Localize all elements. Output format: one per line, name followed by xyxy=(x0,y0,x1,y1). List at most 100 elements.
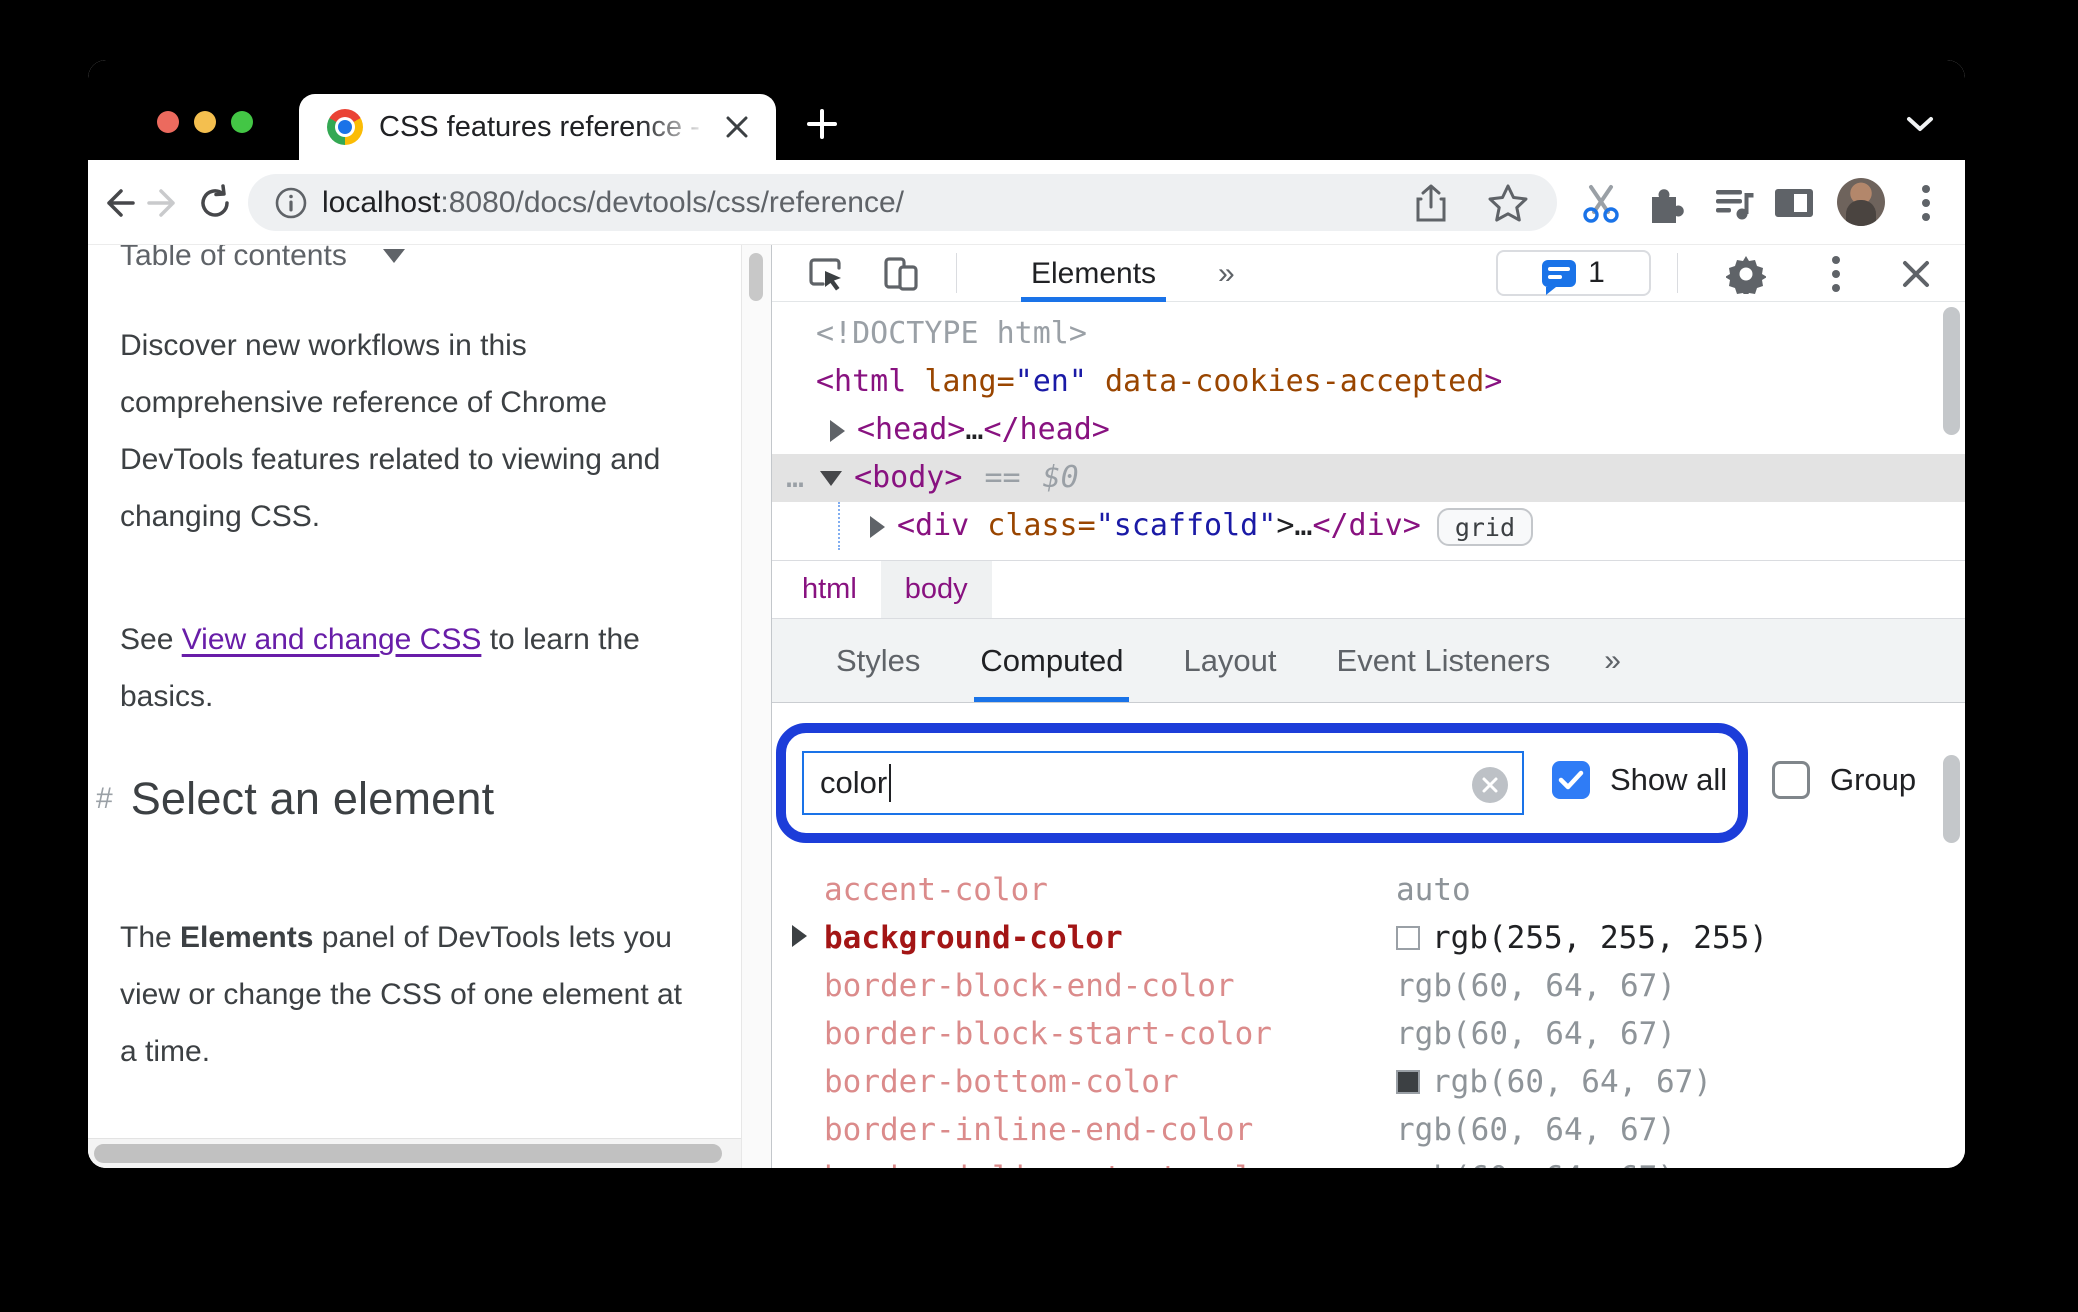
page-section-heading: Select an element xyxy=(130,773,495,824)
heading-anchor-hash[interactable]: # xyxy=(96,782,113,816)
dom-node-head[interactable]: <head>…</head> xyxy=(772,406,1965,454)
url-path: :8080/docs/devtools/css/reference/ xyxy=(440,185,904,219)
inspect-element-icon[interactable] xyxy=(803,251,849,297)
node-menu-dots-icon[interactable]: … xyxy=(786,460,806,495)
computed-properties-list: accent-color auto background-color rgb(255,… xyxy=(772,858,1965,1168)
show-all-checkbox[interactable] xyxy=(1552,761,1590,799)
horizontal-scrollbar[interactable] xyxy=(88,1138,741,1168)
device-toolbar-icon[interactable] xyxy=(878,251,924,297)
breadcrumb-html[interactable]: html xyxy=(778,561,881,618)
dom-node-div-scaffold[interactable]: <div class="scaffold">…</div> grid xyxy=(772,502,1965,550)
devtools-settings-gear-icon[interactable] xyxy=(1723,251,1769,297)
filter-input[interactable]: color xyxy=(802,751,1524,815)
dom-node-html[interactable]: <html lang="en" data-cookies-accepted> xyxy=(772,358,1965,406)
horizontal-scrollbar-thumb[interactable] xyxy=(94,1144,722,1163)
see-also-paragraph: See View and change CSS to learn the bas… xyxy=(120,611,692,725)
tab-styles[interactable]: Styles xyxy=(806,619,950,702)
filter-input-value: color xyxy=(820,765,888,800)
group-checkbox[interactable] xyxy=(1772,761,1810,799)
back-button[interactable] xyxy=(94,180,140,226)
show-all-control[interactable]: Show all xyxy=(1552,761,1727,799)
browser-tab[interactable]: CSS features reference - Chrom xyxy=(299,94,776,160)
omnibox-actions xyxy=(1413,183,1529,223)
see-also-text: See xyxy=(120,623,182,656)
toolbar-separator-2 xyxy=(1677,253,1678,293)
playlist-extension-icon[interactable] xyxy=(1709,179,1757,227)
doctype-text: <!DOCTYPE html> xyxy=(816,316,1087,351)
more-panels-chevron[interactable]: » xyxy=(1218,245,1237,302)
forward-button[interactable] xyxy=(142,180,188,226)
expand-arrow-icon[interactable] xyxy=(870,515,885,538)
site-info-icon[interactable] xyxy=(274,186,308,220)
scissors-extension-icon[interactable] xyxy=(1577,179,1625,227)
browser-menu-kebab-icon[interactable] xyxy=(1902,179,1950,227)
text-caret xyxy=(889,764,892,802)
maximize-window-button[interactable] xyxy=(231,111,253,133)
screenshot-canvas: { "browser": { "tab_title": "CSS feature… xyxy=(0,0,2078,1312)
group-control[interactable]: Group xyxy=(1772,761,1916,799)
grid-badge[interactable]: grid xyxy=(1436,507,1534,546)
show-all-label: Show all xyxy=(1610,762,1728,797)
extensions-puzzle-icon[interactable] xyxy=(1640,179,1688,227)
devtools-panel: Elements » 1 <!DOCTYPE html> <html lang=… xyxy=(771,245,1965,1168)
sidebar-tabs: Styles Computed Layout Event Listeners » xyxy=(772,618,1965,703)
tab-search-chevron-icon[interactable] xyxy=(1900,104,1940,144)
computed-property-row[interactable]: border-block-start-color rgb(60, 64, 67) xyxy=(772,1010,1965,1058)
computed-filter-bar: color Show all Group xyxy=(772,703,1965,858)
color-swatch xyxy=(1396,926,1420,950)
property-value: rgb(60, 64, 67) xyxy=(1396,1058,1712,1106)
property-value: rgb(60, 64, 67) xyxy=(1396,1016,1676,1052)
minimize-window-button[interactable] xyxy=(194,111,216,133)
close-window-button[interactable] xyxy=(157,111,179,133)
tab-close-icon[interactable] xyxy=(719,109,755,145)
clear-filter-icon[interactable] xyxy=(1472,767,1508,803)
computed-property-row[interactable]: border-inline-end-color rgb(60, 64, 67) xyxy=(772,1106,1965,1154)
share-icon[interactable] xyxy=(1413,183,1449,223)
tab-computed[interactable]: Computed xyxy=(950,619,1153,702)
computed-property-row[interactable]: border-block-end-color rgb(60, 64, 67) xyxy=(772,962,1965,1010)
issues-counter-button[interactable]: 1 xyxy=(1496,250,1651,296)
new-tab-button[interactable] xyxy=(800,102,844,146)
expand-arrow-icon[interactable] xyxy=(792,925,807,947)
more-tabs-chevron[interactable]: » xyxy=(1580,644,1623,678)
dom-node-body-selected[interactable]: … <body> == $0 xyxy=(772,454,1965,502)
expand-arrow-icon[interactable] xyxy=(830,419,845,442)
breadcrumb-body[interactable]: body xyxy=(880,561,992,618)
tab-strip: CSS features reference - Chrom xyxy=(88,60,1965,160)
web-page: Table of contents Discover new workflows… xyxy=(88,245,741,1168)
table-of-contents-toggle[interactable]: Table of contents xyxy=(120,245,405,273)
profile-avatar[interactable] xyxy=(1837,178,1885,226)
intro-paragraph: Discover new workflows in this comprehen… xyxy=(120,329,661,533)
collapse-arrow-icon[interactable] xyxy=(820,471,843,486)
view-and-change-css-link[interactable]: View and change CSS xyxy=(182,623,482,656)
computed-property-row[interactable]: background-color rgb(255, 255, 255) xyxy=(772,914,1965,962)
computed-property-row[interactable]: border-inline-start-color rgb(60, 64, 67) xyxy=(772,1154,1965,1168)
devtools-menu-kebab-icon[interactable] xyxy=(1813,251,1859,297)
tab-event-listeners[interactable]: Event Listeners xyxy=(1307,619,1581,702)
computed-scrollbar-thumb[interactable] xyxy=(1943,755,1960,843)
url-host: localhost xyxy=(322,185,441,219)
url-text: localhost:8080/docs/devtools/css/referen… xyxy=(322,186,904,220)
bookmark-star-icon[interactable] xyxy=(1487,183,1529,223)
tab-elements[interactable]: Elements xyxy=(1021,245,1166,302)
property-name: border-inline-start-color xyxy=(824,1154,1291,1168)
computed-property-row[interactable]: accent-color auto xyxy=(772,866,1965,914)
page-vertical-scrollbar[interactable] xyxy=(741,245,771,1168)
dom-node-doctype[interactable]: <!DOCTYPE html> xyxy=(772,310,1965,358)
browser-toolbar: localhost:8080/docs/devtools/css/referen… xyxy=(88,160,1965,245)
color-swatch xyxy=(1396,1070,1420,1094)
group-label: Group xyxy=(1830,762,1917,797)
issues-count: 1 xyxy=(1588,256,1605,289)
dom-scrollbar-thumb[interactable] xyxy=(1943,307,1960,435)
page-scrollbar-thumb[interactable] xyxy=(749,253,763,301)
elements-text-before: The xyxy=(120,921,181,954)
chrome-favicon-icon xyxy=(327,109,363,145)
reload-button[interactable] xyxy=(192,180,238,226)
toolbar-separator xyxy=(956,253,957,293)
property-name: accent-color xyxy=(824,872,1048,908)
devtools-close-icon[interactable] xyxy=(1893,251,1939,297)
computed-property-row[interactable]: border-bottom-color rgb(60, 64, 67) xyxy=(772,1058,1965,1106)
address-bar[interactable]: localhost:8080/docs/devtools/css/referen… xyxy=(248,174,1557,231)
side-panel-icon[interactable] xyxy=(1770,179,1818,227)
tab-layout[interactable]: Layout xyxy=(1153,619,1306,702)
